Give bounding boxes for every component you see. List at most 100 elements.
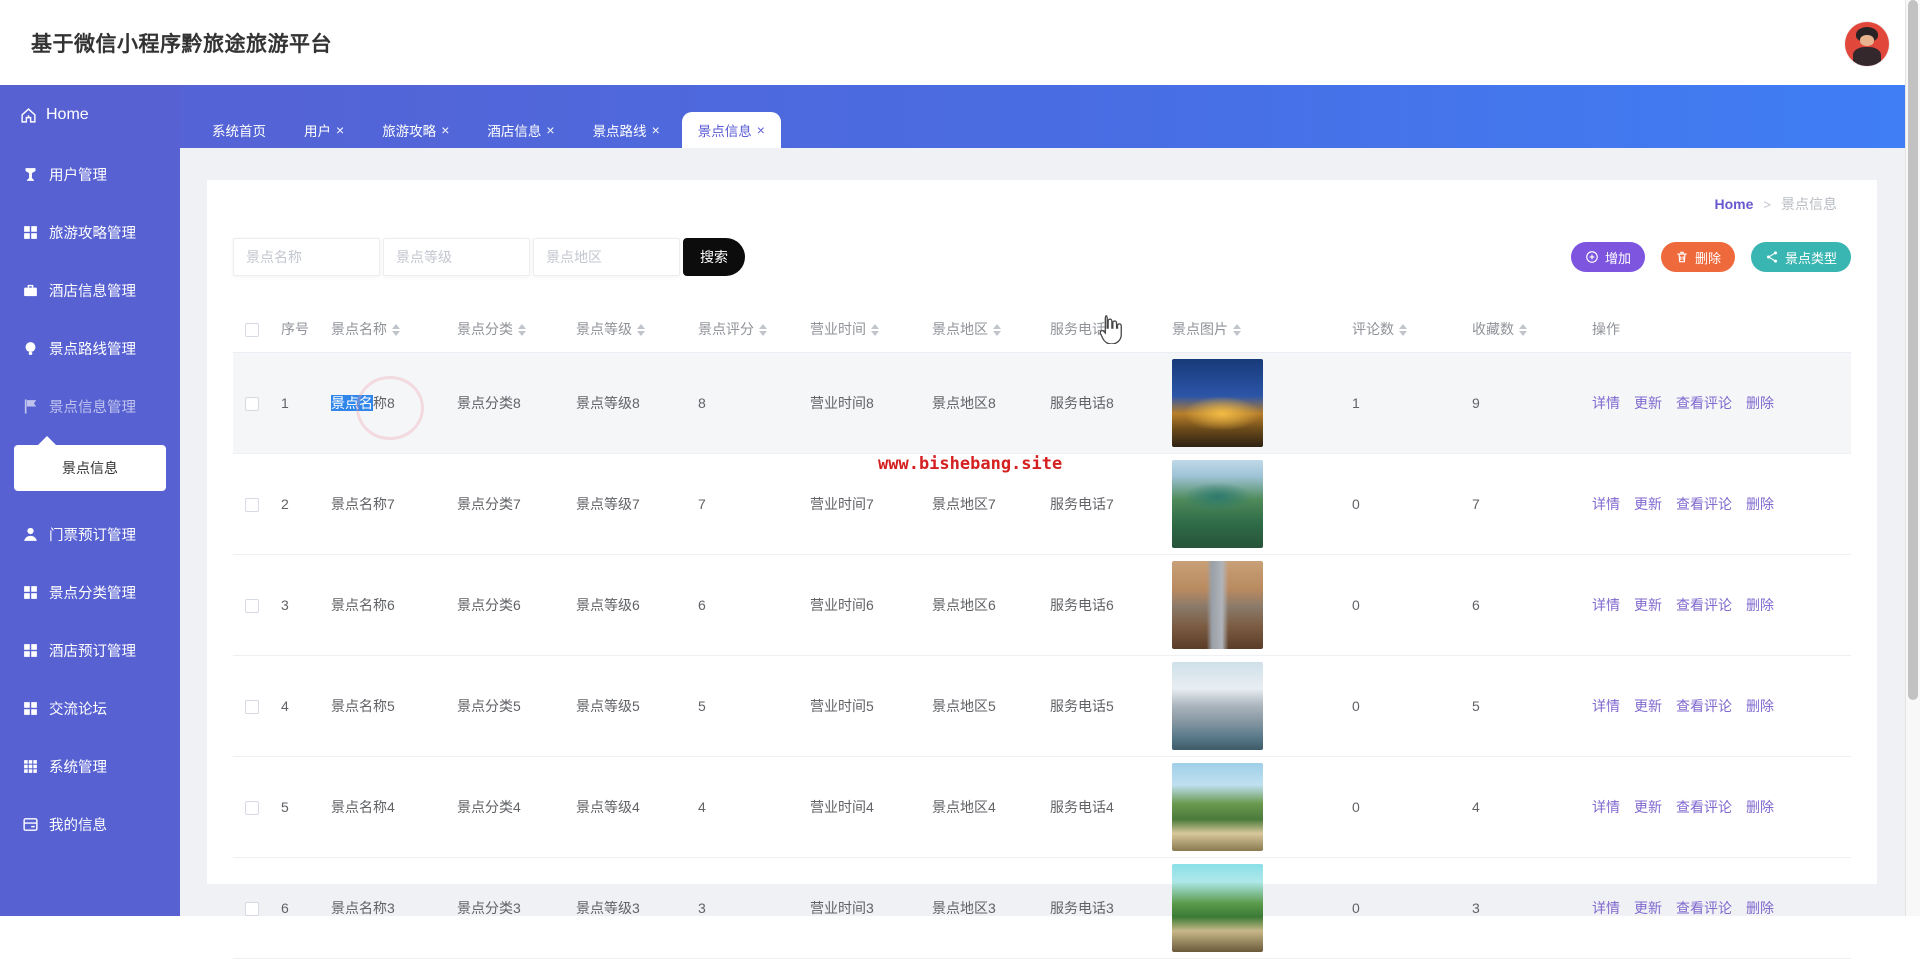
sidebar-item-scenic-category-mgmt[interactable]: 景点分类管理 xyxy=(0,563,180,621)
sort-icon[interactable] xyxy=(759,324,767,337)
update-link[interactable]: 更新 xyxy=(1634,496,1662,512)
scenic-image[interactable] xyxy=(1172,763,1263,851)
col-header-comments[interactable]: 评论数 xyxy=(1348,306,1468,353)
sidebar-item-travel-guide-mgmt[interactable]: 旅游攻略管理 xyxy=(0,203,180,261)
tab-hotel-info[interactable]: 酒店信息 × xyxy=(471,112,570,148)
close-icon[interactable]: × xyxy=(546,123,554,137)
view-comments-link[interactable]: 查看评论 xyxy=(1676,698,1732,714)
delete-link[interactable]: 删除 xyxy=(1746,900,1774,916)
update-link[interactable]: 更新 xyxy=(1634,799,1662,815)
col-header-level[interactable]: 景点等级 xyxy=(572,306,694,353)
delete-link[interactable]: 删除 xyxy=(1746,496,1774,512)
col-header-score[interactable]: 景点评分 xyxy=(694,306,806,353)
grid-icon xyxy=(22,224,39,241)
breadcrumb-home-link[interactable]: Home xyxy=(1715,196,1754,212)
toolbar-actions: 增加 删除 景点类型 xyxy=(1570,242,1851,272)
tab-system-home[interactable]: 系统首页 xyxy=(196,112,282,148)
sidebar-item-home[interactable]: Home xyxy=(0,85,180,145)
close-icon[interactable]: × xyxy=(652,123,660,137)
avatar[interactable] xyxy=(1845,22,1889,66)
sort-icon[interactable] xyxy=(392,324,400,337)
open-tabs-bar: 系统首页 用户 × 旅游攻略 × 酒店信息 × 景点路线 × 景点信息 × xyxy=(196,112,787,148)
breadcrumb-separator: > xyxy=(1763,196,1771,212)
sidebar-item-hotel-booking-mgmt[interactable]: 酒店预订管理 xyxy=(0,621,180,679)
sort-icon[interactable] xyxy=(1233,324,1241,337)
view-comments-link[interactable]: 查看评论 xyxy=(1676,597,1732,613)
row-checkbox[interactable] xyxy=(245,700,259,715)
sidebar-item-scenic-route-mgmt[interactable]: 景点路线管理 xyxy=(0,319,180,377)
view-comments-link[interactable]: 查看评论 xyxy=(1676,900,1732,916)
col-header-favorites[interactable]: 收藏数 xyxy=(1468,306,1588,353)
update-link[interactable]: 更新 xyxy=(1634,698,1662,714)
row-actions: 详情 更新 查看评论 删除 xyxy=(1588,352,1851,454)
tab-users[interactable]: 用户 × xyxy=(288,112,360,148)
detail-link[interactable]: 详情 xyxy=(1592,799,1620,815)
briefcase-icon xyxy=(22,282,39,299)
detail-link[interactable]: 详情 xyxy=(1592,900,1620,916)
page-scrollbar[interactable] xyxy=(1905,0,1920,916)
update-link[interactable]: 更新 xyxy=(1634,900,1662,916)
tab-scenic-info-active[interactable]: 景点信息 × xyxy=(681,112,781,148)
table-row: 4 景点名称5 景点分类5 景点等级5 5 营业时间5 景点地区5 服务电话5 … xyxy=(233,655,1851,757)
row-checkbox[interactable] xyxy=(245,599,259,614)
sort-icon[interactable] xyxy=(993,324,1001,337)
detail-link[interactable]: 详情 xyxy=(1592,496,1620,512)
detail-link[interactable]: 详情 xyxy=(1592,597,1620,613)
col-header-hours[interactable]: 营业时间 xyxy=(806,306,928,353)
view-comments-link[interactable]: 查看评论 xyxy=(1676,799,1732,815)
scenic-area-input[interactable] xyxy=(533,238,680,276)
select-all-checkbox[interactable] xyxy=(245,323,259,338)
close-icon[interactable]: × xyxy=(757,123,765,137)
sidebar-item-my-info[interactable]: 我的信息 xyxy=(0,795,180,853)
delete-link[interactable]: 删除 xyxy=(1746,799,1774,815)
search-button[interactable]: 搜索 xyxy=(683,238,745,276)
update-link[interactable]: 更新 xyxy=(1634,597,1662,613)
col-header-image[interactable]: 景点图片 xyxy=(1168,306,1348,353)
sort-icon[interactable] xyxy=(637,324,645,337)
scenic-image[interactable] xyxy=(1172,460,1263,548)
tab-travel-guide[interactable]: 旅游攻略 × xyxy=(366,112,465,148)
tab-scenic-route[interactable]: 景点路线 × xyxy=(577,112,676,148)
scrollbar-thumb[interactable] xyxy=(1908,0,1918,700)
view-comments-link[interactable]: 查看评论 xyxy=(1676,496,1732,512)
sidebar-item-system-mgmt[interactable]: 系统管理 xyxy=(0,737,180,795)
col-header-area[interactable]: 景点地区 xyxy=(928,306,1046,353)
detail-link[interactable]: 详情 xyxy=(1592,395,1620,411)
row-checkbox[interactable] xyxy=(245,801,259,816)
sidebar-item-user-mgmt[interactable]: 用户管理 xyxy=(0,145,180,203)
row-checkbox[interactable] xyxy=(245,397,259,412)
delete-link[interactable]: 删除 xyxy=(1746,597,1774,613)
col-header-name[interactable]: 景点名称 xyxy=(327,306,453,353)
close-icon[interactable]: × xyxy=(336,123,344,137)
scenic-level-input[interactable] xyxy=(383,238,530,276)
detail-link[interactable]: 详情 xyxy=(1592,698,1620,714)
scenic-name-input[interactable] xyxy=(233,238,380,276)
sort-icon[interactable] xyxy=(518,324,526,337)
sort-icon[interactable] xyxy=(1519,324,1527,337)
update-link[interactable]: 更新 xyxy=(1634,395,1662,411)
row-checkbox[interactable] xyxy=(245,902,259,917)
view-comments-link[interactable]: 查看评论 xyxy=(1676,395,1732,411)
add-button[interactable]: 增加 xyxy=(1570,242,1645,272)
scenic-image[interactable] xyxy=(1172,864,1263,952)
sidebar-item-hotel-info-mgmt[interactable]: 酒店信息管理 xyxy=(0,261,180,319)
sidebar-item-ticket-booking-mgmt[interactable]: 门票预订管理 xyxy=(0,505,180,563)
close-icon[interactable]: × xyxy=(441,123,449,137)
plus-circle-icon xyxy=(1586,251,1598,263)
delete-link[interactable]: 删除 xyxy=(1746,698,1774,714)
sidebar-subitem-scenic-info[interactable]: 景点信息 xyxy=(14,436,166,491)
scenic-type-button[interactable]: 景点类型 xyxy=(1750,242,1851,272)
row-checkbox[interactable] xyxy=(245,498,259,513)
col-header-category[interactable]: 景点分类 xyxy=(453,306,572,353)
breadcrumb: Home > 景点信息 xyxy=(207,180,1877,214)
delete-link[interactable]: 删除 xyxy=(1746,395,1774,411)
sidebar-item-scenic-info-mgmt[interactable]: 景点信息管理 xyxy=(0,377,180,435)
sort-icon[interactable] xyxy=(871,324,879,337)
sidebar-item-forum[interactable]: 交流论坛 xyxy=(0,679,180,737)
grid-icon xyxy=(22,584,39,601)
scenic-image[interactable] xyxy=(1172,359,1263,447)
delete-button[interactable]: 删除 xyxy=(1660,242,1735,272)
sort-icon[interactable] xyxy=(1399,324,1407,337)
scenic-image[interactable] xyxy=(1172,662,1263,750)
scenic-image[interactable] xyxy=(1172,561,1263,649)
